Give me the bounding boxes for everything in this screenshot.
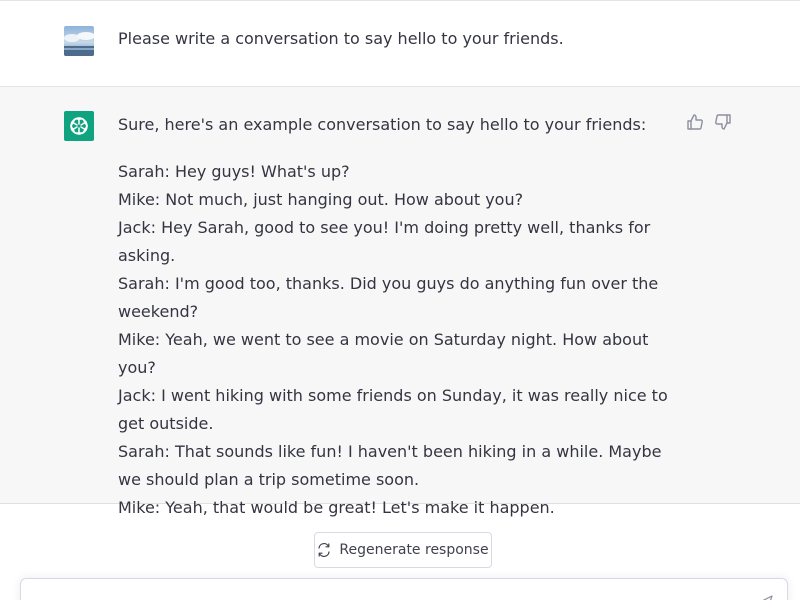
assistant-intro: Sure, here's an example conversation to … [118,115,647,134]
dialogue-line: Mike: Yeah, we went to see a movie on Sa… [118,330,649,377]
user-message-row: Please write a conversation to say hello… [0,1,800,87]
regenerate-response-button[interactable]: Regenerate response [314,532,492,568]
dialogue-line: Sarah: Hey guys! What's up? [118,162,350,181]
regenerate-response-label: Regenerate response [339,542,489,558]
thumbs-down-icon[interactable] [714,113,732,131]
send-icon[interactable] [759,595,773,600]
refresh-icon [317,543,331,557]
thumbs-up-icon[interactable] [686,113,704,131]
chat-page: Please write a conversation to say hello… [0,0,800,600]
dialogue-line: Sarah: I'm good too, thanks. Did you guy… [118,274,659,321]
dialogue-line: Jack: Hey Sarah, good to see you! I'm do… [118,218,651,265]
assistant-message-row: Sure, here's an example conversation to … [0,87,800,517]
dialogue-line: Mike: Yeah, that would be great! Let's m… [118,498,555,517]
dialogue-line: Sarah: That sounds like fun! I haven't b… [118,442,662,489]
user-message-text: Please write a conversation to say hello… [118,29,564,48]
dialogue-line: Jack: I went hiking with some friends on… [118,386,668,433]
dialogue-line: Mike: Not much, just hanging out. How ab… [118,190,524,209]
assistant-message-text: Sure, here's an example conversation to … [118,111,678,522]
message-input[interactable] [20,578,788,600]
user-avatar [64,26,94,56]
openai-logo-icon [64,111,94,141]
